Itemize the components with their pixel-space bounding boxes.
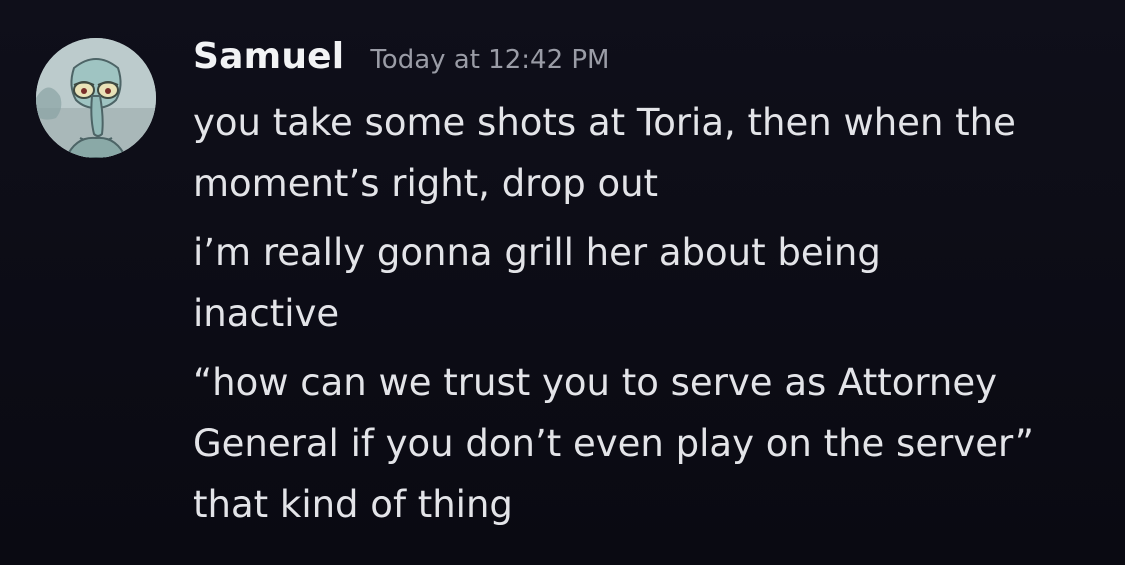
- message-line: General if you don’t even play on the se…: [193, 422, 1034, 465]
- message-line: i’m really gonna grill her about being: [193, 231, 881, 274]
- message-text: i’m really gonna grill her about being i…: [193, 222, 1113, 344]
- message-line: “how can we trust you to serve as Attorn…: [193, 361, 998, 404]
- message-line: inactive: [193, 292, 340, 335]
- message-line: you take some shots at Toria, then when …: [193, 101, 1016, 144]
- message-text: “how can we trust you to serve as Attorn…: [193, 352, 1113, 535]
- message-text: you take some shots at Toria, then when …: [193, 92, 1113, 214]
- message-content: Samuel Today at 12:42 PM you take some s…: [193, 36, 1113, 535]
- message-line: moment’s right, drop out: [193, 162, 659, 205]
- timestamp[interactable]: Today at 12:42 PM: [370, 45, 609, 75]
- message-header: Samuel Today at 12:42 PM: [193, 36, 1113, 86]
- chat-message-group: Samuel Today at 12:42 PM you take some s…: [0, 0, 1125, 565]
- message-line: that kind of thing: [193, 483, 513, 526]
- squidward-avatar-icon: [36, 38, 156, 158]
- username[interactable]: Samuel: [193, 36, 344, 77]
- avatar[interactable]: [36, 38, 156, 158]
